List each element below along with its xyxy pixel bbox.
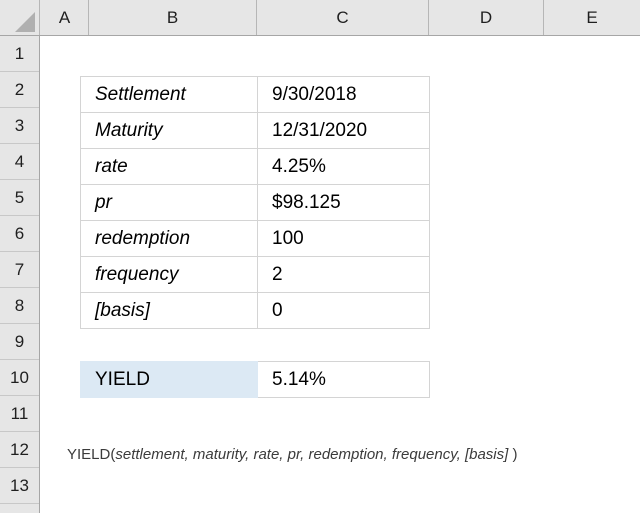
spreadsheet-grid: A B C D E 1 2 3 4 5 6 7 8 9 10 11 12 13 … — [0, 0, 640, 513]
cell-c10-yield-value[interactable]: 5.14% — [258, 362, 430, 398]
syntax-function-name: YIELD( — [67, 446, 115, 463]
cell-c5-pr-value[interactable]: $98.125 — [258, 185, 430, 221]
row-header-6[interactable]: 6 — [0, 216, 39, 252]
cell-c6-redemption-value[interactable]: 100 — [258, 221, 430, 257]
cell-b4-rate-label[interactable]: rate — [81, 149, 258, 185]
column-header-d[interactable]: D — [429, 0, 544, 35]
table-row[interactable]: frequency 2 — [81, 257, 430, 293]
table-row[interactable]: redemption 100 — [81, 221, 430, 257]
cell-c8-basis-value[interactable]: 0 — [258, 293, 430, 329]
syntax-closing-paren: ) — [508, 446, 517, 463]
cell-b5-pr-label[interactable]: pr — [81, 185, 258, 221]
row-header-13[interactable]: 13 — [0, 468, 39, 504]
row-header-9[interactable]: 9 — [0, 324, 39, 360]
column-header-bar: A B C D E — [0, 0, 640, 36]
row-header-12[interactable]: 12 — [0, 432, 39, 468]
row-header-2[interactable]: 2 — [0, 72, 39, 108]
select-all-button[interactable] — [0, 0, 40, 35]
row-header-5[interactable]: 5 — [0, 180, 39, 216]
column-header-c[interactable]: C — [257, 0, 429, 35]
select-all-triangle-icon — [15, 12, 35, 32]
table-row[interactable]: Maturity 12/31/2020 — [81, 113, 430, 149]
row-header-11[interactable]: 11 — [0, 396, 39, 432]
row-header-8[interactable]: 8 — [0, 288, 39, 324]
row-header-7[interactable]: 7 — [0, 252, 39, 288]
table-row[interactable]: Settlement 9/30/2018 — [81, 77, 430, 113]
cell-c2-settlement-value[interactable]: 9/30/2018 — [258, 77, 430, 113]
table-row[interactable]: pr $98.125 — [81, 185, 430, 221]
column-header-a[interactable]: A — [41, 0, 89, 35]
function-arguments-table: Settlement 9/30/2018 Maturity 12/31/2020… — [80, 76, 430, 329]
row-header-10[interactable]: 10 — [0, 360, 39, 396]
yield-result-row: YIELD 5.14% — [80, 361, 430, 398]
cell-c3-maturity-value[interactable]: 12/31/2020 — [258, 113, 430, 149]
cell-b2-settlement-label[interactable]: Settlement — [81, 77, 258, 113]
table-row[interactable]: [basis] 0 — [81, 293, 430, 329]
column-header-b[interactable]: B — [89, 0, 257, 35]
column-header-e[interactable]: E — [544, 0, 640, 35]
row-header-4[interactable]: 4 — [0, 144, 39, 180]
cell-c7-frequency-value[interactable]: 2 — [258, 257, 430, 293]
row-header-1[interactable]: 1 — [0, 36, 39, 72]
cell-b7-frequency-label[interactable]: frequency — [81, 257, 258, 293]
cell-b10-yield-label[interactable]: YIELD — [81, 362, 258, 398]
table-row[interactable]: YIELD 5.14% — [81, 362, 430, 398]
function-syntax-text: YIELD(settlement, maturity, rate, pr, re… — [67, 437, 517, 473]
cell-b3-maturity-label[interactable]: Maturity — [81, 113, 258, 149]
syntax-arguments: settlement, maturity, rate, pr, redempti… — [115, 446, 508, 463]
cell-c4-rate-value[interactable]: 4.25% — [258, 149, 430, 185]
row-header-3[interactable]: 3 — [0, 108, 39, 144]
row-header-bar: 1 2 3 4 5 6 7 8 9 10 11 12 13 — [0, 36, 40, 513]
table-row[interactable]: rate 4.25% — [81, 149, 430, 185]
cell-b8-basis-label[interactable]: [basis] — [81, 293, 258, 329]
cell-b6-redemption-label[interactable]: redemption — [81, 221, 258, 257]
